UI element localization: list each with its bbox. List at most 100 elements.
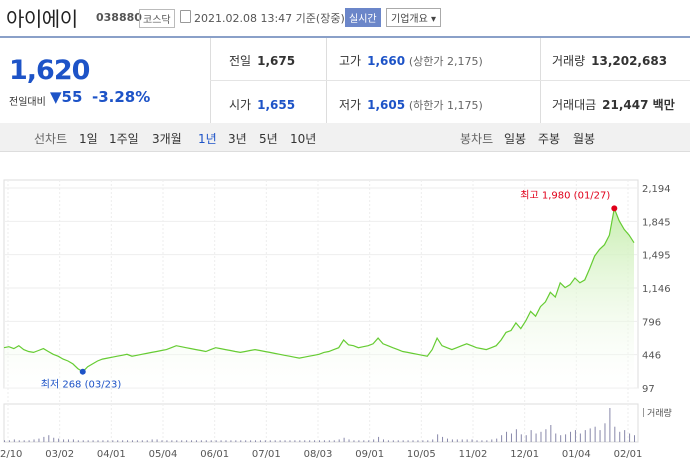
current-price: 1,620 xyxy=(9,55,90,86)
open-price: 시가 1,655 xyxy=(229,98,296,112)
volume-bar xyxy=(397,440,399,442)
volume-bar xyxy=(48,435,50,442)
volume-bar xyxy=(451,439,453,442)
trade-amount: 거래대금 21,447 백만 xyxy=(552,98,675,112)
volume-bar xyxy=(294,440,296,442)
tab-1d[interactable]: 1일 xyxy=(79,130,98,147)
volume-bar xyxy=(402,440,404,442)
volume-bar xyxy=(122,440,124,442)
tab-weekly[interactable]: 주봉 xyxy=(538,130,560,147)
volume-bar xyxy=(264,440,266,442)
volume-bar xyxy=(353,440,355,442)
clock-icon xyxy=(180,10,191,23)
volume-bar xyxy=(33,439,35,442)
volume-bar xyxy=(289,440,291,442)
volume-bar xyxy=(87,440,89,442)
volume-bar xyxy=(432,439,434,442)
volume-bar xyxy=(555,433,557,442)
volume-bar xyxy=(437,434,439,442)
volume-bar xyxy=(560,435,562,442)
market-badge: 코스닥 xyxy=(139,9,175,28)
stock-name: 아이에이 xyxy=(6,7,78,31)
volume-bar xyxy=(382,439,384,442)
high-price: 고가 1,660 (상한가 2,175) xyxy=(339,54,483,68)
x-tick-label: 02/01 xyxy=(614,449,643,460)
volume-bar xyxy=(456,439,458,442)
low-marker xyxy=(79,368,86,375)
volume-bar xyxy=(501,435,503,442)
live-button[interactable]: 실시간 xyxy=(345,8,381,27)
volume-bar xyxy=(63,439,65,442)
volume-bar xyxy=(624,430,626,442)
low-annotation: 최저 268 (03/23) xyxy=(41,379,122,391)
tab-1y[interactable]: 1년 xyxy=(198,130,217,147)
volume-bar xyxy=(358,440,360,442)
tab-5y[interactable]: 5년 xyxy=(259,130,278,147)
volume-frame xyxy=(3,403,639,443)
volume-bar xyxy=(171,440,173,442)
volume-bar xyxy=(461,439,463,442)
stock-header: 아이에이 038880 코스닥 2021.02.08 13:47 기준(장중) … xyxy=(0,0,690,34)
volume-bar xyxy=(53,437,55,442)
volume-bar xyxy=(471,439,473,442)
volume-bar xyxy=(131,440,133,442)
divider xyxy=(210,38,211,124)
volume-bar xyxy=(525,435,527,442)
volume-bar xyxy=(77,440,79,442)
volume-bar xyxy=(550,425,552,442)
change-percent: -3.28% xyxy=(92,88,151,106)
y-tick-label: 97 xyxy=(642,384,655,395)
volume-bar xyxy=(333,440,335,442)
volume-bar xyxy=(328,440,330,442)
volume-bar xyxy=(574,430,576,442)
x-tick-label: 12/01 xyxy=(510,449,539,460)
tab-10y[interactable]: 10년 xyxy=(290,130,316,147)
volume-bar xyxy=(4,440,5,442)
volume-bar xyxy=(387,440,389,442)
low-price: 저가 1,605 (하한가 1,175) xyxy=(339,98,483,112)
high-marker xyxy=(611,205,618,212)
volume-bar xyxy=(8,440,10,442)
volume-bar xyxy=(274,440,276,442)
x-tick-label: 02/10 xyxy=(0,449,22,460)
volume-bar xyxy=(348,439,350,442)
volume-bar xyxy=(515,429,517,442)
volume-bar xyxy=(250,440,252,442)
high-annotation: 최고 1,980 (01/27) xyxy=(520,189,610,201)
volume-bar xyxy=(442,436,444,442)
volume-legend-mark xyxy=(643,408,644,417)
volume-bar xyxy=(629,433,631,442)
x-tick-label: 07/01 xyxy=(252,449,281,460)
volume-bar xyxy=(535,433,537,442)
chart-tabs: 선차트 1일 1주일 3개월 1년 3년 5년 10년 봉차트 일봉 주봉 월봉 xyxy=(0,123,690,152)
volume-bar xyxy=(200,440,202,442)
tab-3m[interactable]: 3개월 xyxy=(152,130,182,147)
volume-bar xyxy=(181,440,183,442)
y-tick-label: 1,495 xyxy=(642,251,671,262)
volume-bar xyxy=(269,440,271,442)
volume-bar xyxy=(378,436,380,442)
x-tick-label: 01/04 xyxy=(562,449,591,460)
volume-bar xyxy=(43,436,45,442)
volume-bar xyxy=(72,439,74,442)
volume-bar xyxy=(496,438,498,442)
volume-bar xyxy=(594,426,596,442)
volume-bar xyxy=(486,440,488,442)
volume-bar xyxy=(545,429,547,442)
tab-1w[interactable]: 1주일 xyxy=(109,130,139,147)
tab-monthly[interactable]: 월봉 xyxy=(573,130,595,147)
prev-close: 전일 1,675 xyxy=(229,54,296,68)
tab-daily[interactable]: 일봉 xyxy=(504,130,526,147)
volume-bar xyxy=(161,440,163,442)
line-chart-label: 선차트 xyxy=(34,132,68,146)
volume-bar xyxy=(634,435,635,442)
volume-bar xyxy=(520,434,522,442)
y-tick-label: 796 xyxy=(642,317,661,328)
volume-bar xyxy=(245,440,247,442)
tab-3y[interactable]: 3년 xyxy=(228,130,247,147)
volume-bar xyxy=(67,439,69,442)
volume-bar xyxy=(609,408,611,442)
x-tick-label: 09/01 xyxy=(355,449,384,460)
company-overview-dropdown[interactable]: 기업개요 ▾ xyxy=(386,8,441,27)
volume-bar xyxy=(117,440,119,442)
